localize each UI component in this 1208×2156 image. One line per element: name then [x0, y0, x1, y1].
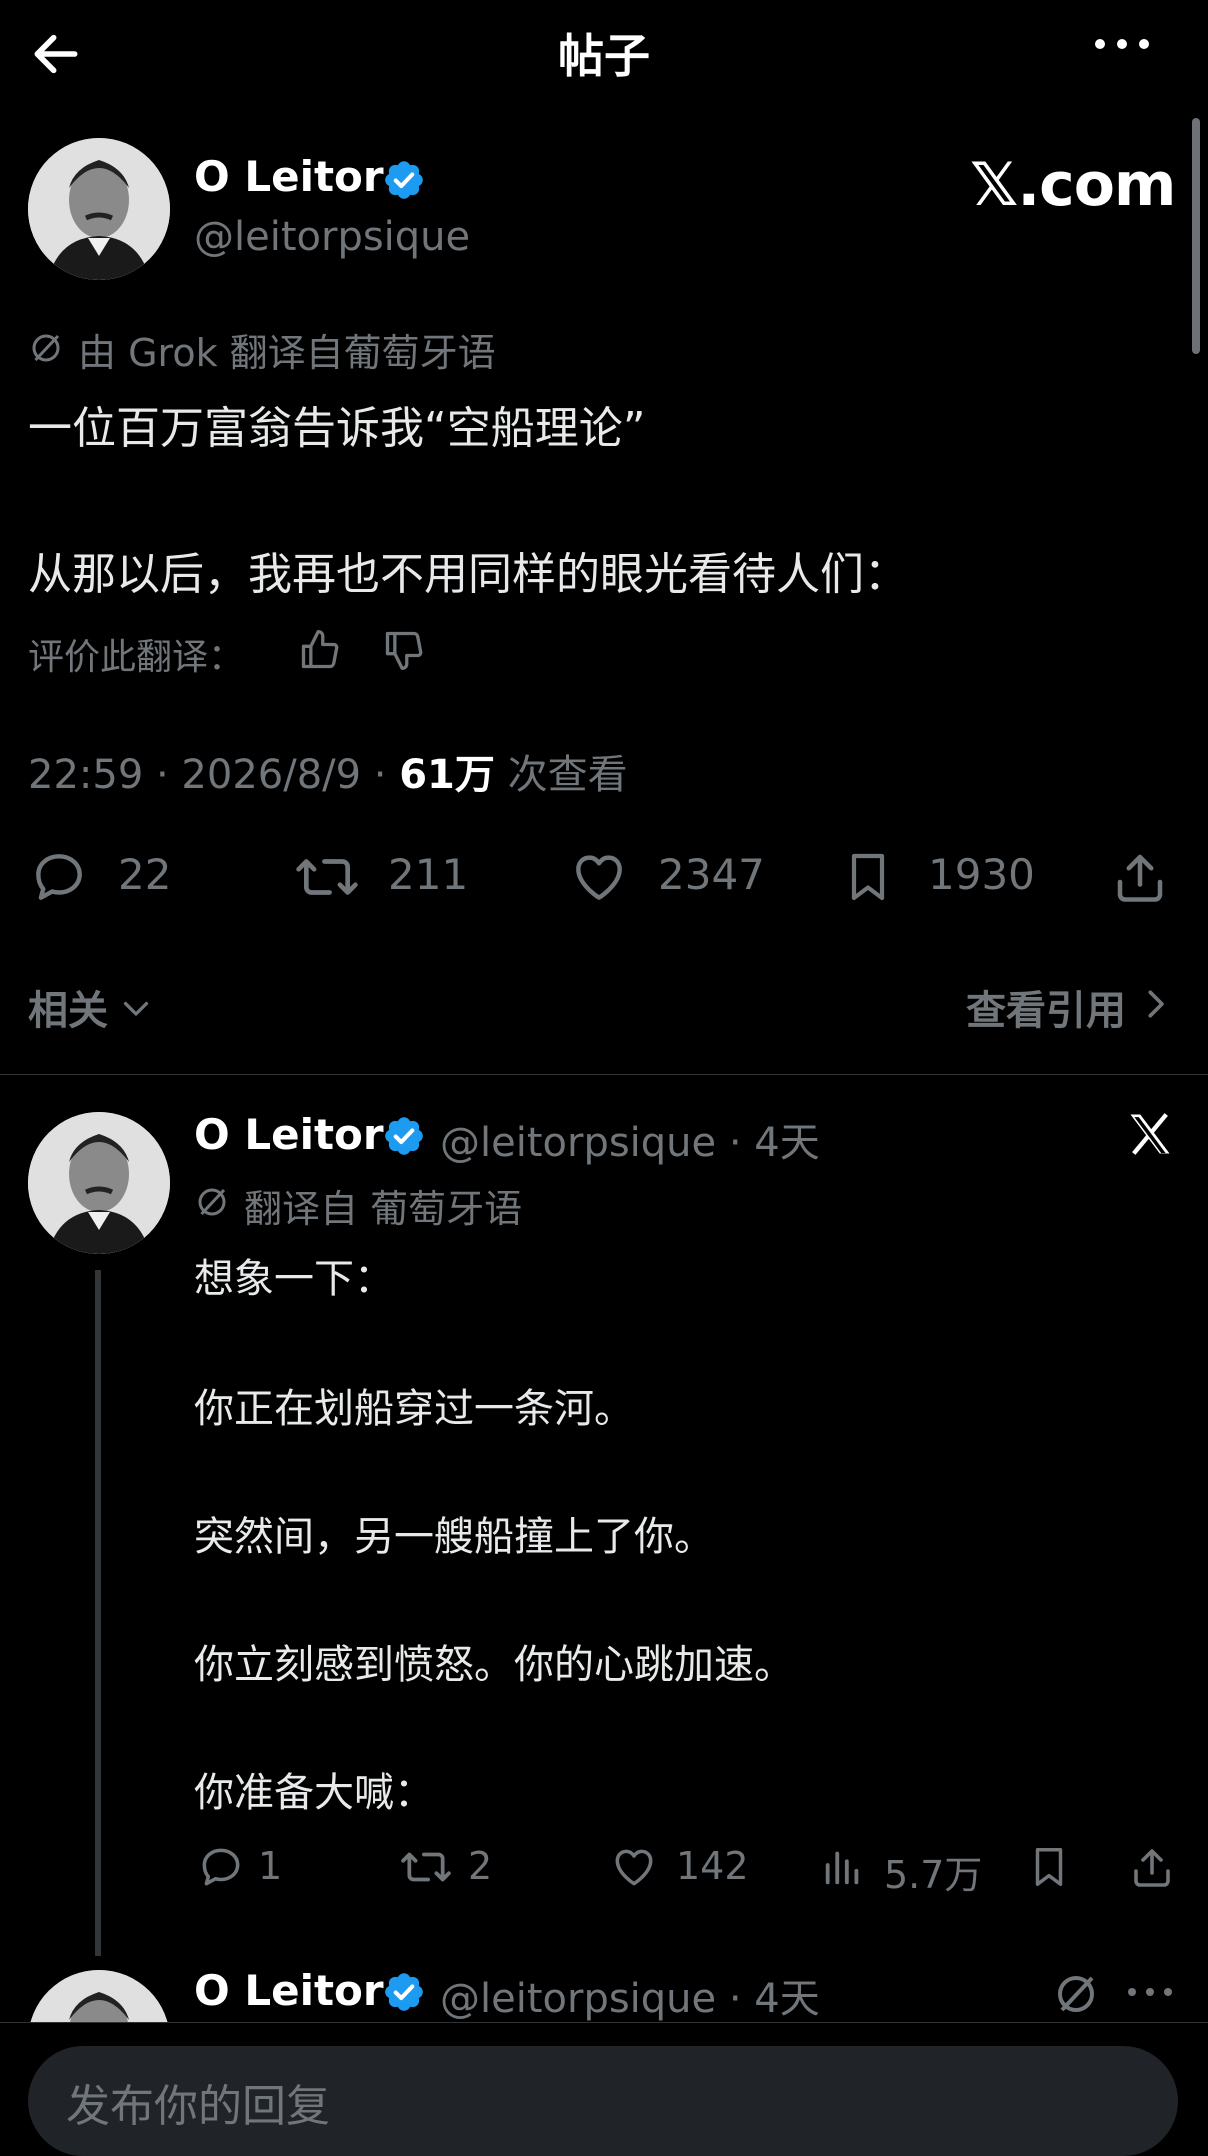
reply-author-name[interactable]: O Leitor: [194, 1110, 384, 1159]
share-icon[interactable]: [1128, 1842, 1176, 1892]
bookmark-icon[interactable]: [1026, 1842, 1072, 1892]
repost-count: 2: [468, 1844, 493, 1888]
like-count: 2347: [658, 850, 765, 899]
translate-icon: [32, 334, 60, 362]
related-toggle[interactable]: 相关: [28, 978, 108, 1036]
post-timestamp[interactable]: 22:59 · 2026/8/9 ·: [28, 752, 399, 798]
reply-text-line: 你准备大喊：: [194, 1770, 434, 1816]
avatar-portrait: [28, 138, 170, 280]
verified-badge-icon: [385, 1973, 423, 2011]
bookmark-count: 1930: [928, 850, 1035, 899]
verified-badge-icon: [385, 161, 423, 199]
heart-icon: [615, 1849, 653, 1886]
author-name[interactable]: O Leitor: [194, 152, 384, 201]
reply-icon: [202, 1848, 240, 1886]
reply-text-line: 你正在划船穿过一条河。: [194, 1386, 634, 1432]
reply-handle-time[interactable]: @leitorpsique · 4天: [440, 1966, 820, 2024]
views-label: 次查看: [494, 752, 628, 798]
translate-icon[interactable]: [1052, 1970, 1100, 2018]
bookmark-icon: [851, 853, 885, 901]
verified-badge-icon: [385, 1117, 423, 1155]
reply-input-placeholder: 发布你的回复: [66, 2081, 330, 2132]
repost-icon: [296, 859, 358, 895]
post-text-line-2: 从那以后，我再也不用同样的眼光看待人们：: [28, 549, 908, 600]
chevron-right-icon: [1148, 990, 1164, 1018]
reply-author-name[interactable]: O Leitor: [194, 1966, 384, 2015]
reply-count: 22: [118, 850, 172, 899]
x-logo-icon: [1130, 1113, 1170, 1155]
page-title: 帖子: [558, 29, 650, 83]
like-count: 142: [676, 1844, 749, 1888]
thumbs-up-icon[interactable]: [298, 628, 342, 672]
thread-line: [95, 1270, 101, 1956]
share-icon[interactable]: [1110, 846, 1170, 908]
reply-count: 1: [258, 1844, 283, 1888]
reply-handle-time[interactable]: @leitorpsique · 4天: [440, 1110, 820, 1168]
more-button[interactable]: [1090, 32, 1160, 72]
views-count: 61万: [399, 752, 495, 798]
thumbs-down-icon[interactable]: [382, 628, 426, 672]
reply-text-line: 想象一下：: [194, 1256, 394, 1302]
chevron-down-icon: [123, 1001, 149, 1016]
avatar-portrait: [28, 1112, 170, 1254]
more-horizontal-icon: [1095, 39, 1149, 49]
section-divider: [0, 1074, 1208, 1075]
views-count: 5.7万: [884, 1853, 983, 1897]
translate-icon: [198, 1188, 226, 1216]
repost-count: 211: [388, 850, 469, 899]
post-text-line-1: 一位百万富翁告诉我“空船理论”: [28, 403, 646, 454]
reply-avatar[interactable]: [28, 1112, 170, 1254]
more-horizontal-icon[interactable]: [1124, 1982, 1176, 2002]
scrollbar[interactable]: [1192, 118, 1200, 354]
view-quotes-label: 查看引用: [966, 988, 1126, 1034]
views-icon: [825, 1851, 859, 1885]
xcom-watermark: 𝕏.com: [970, 150, 1176, 220]
author-handle[interactable]: @leitorpsique: [194, 214, 470, 260]
post-meta: 22:59 · 2026/8/9 · 61万 次查看: [28, 742, 628, 800]
translation-note[interactable]: 由 Grok 翻译自葡萄牙语: [78, 322, 496, 377]
reply-translation-note[interactable]: 翻译自 葡萄牙语: [244, 1178, 522, 1233]
rate-translation-label: 评价此翻译：: [28, 637, 245, 678]
reply-icon: [36, 854, 82, 900]
related-label: 相关: [28, 988, 108, 1034]
avatar[interactable]: [28, 138, 170, 280]
heart-icon: [576, 855, 622, 900]
reply-text-line: 你立刻感到愤怒。你的心跳加速。: [194, 1642, 794, 1688]
reply-text-line: 突然间，另一艘船撞上了你。: [194, 1514, 714, 1560]
view-quotes-link[interactable]: 查看引用: [966, 978, 1126, 1036]
repost-icon: [401, 1852, 451, 1882]
